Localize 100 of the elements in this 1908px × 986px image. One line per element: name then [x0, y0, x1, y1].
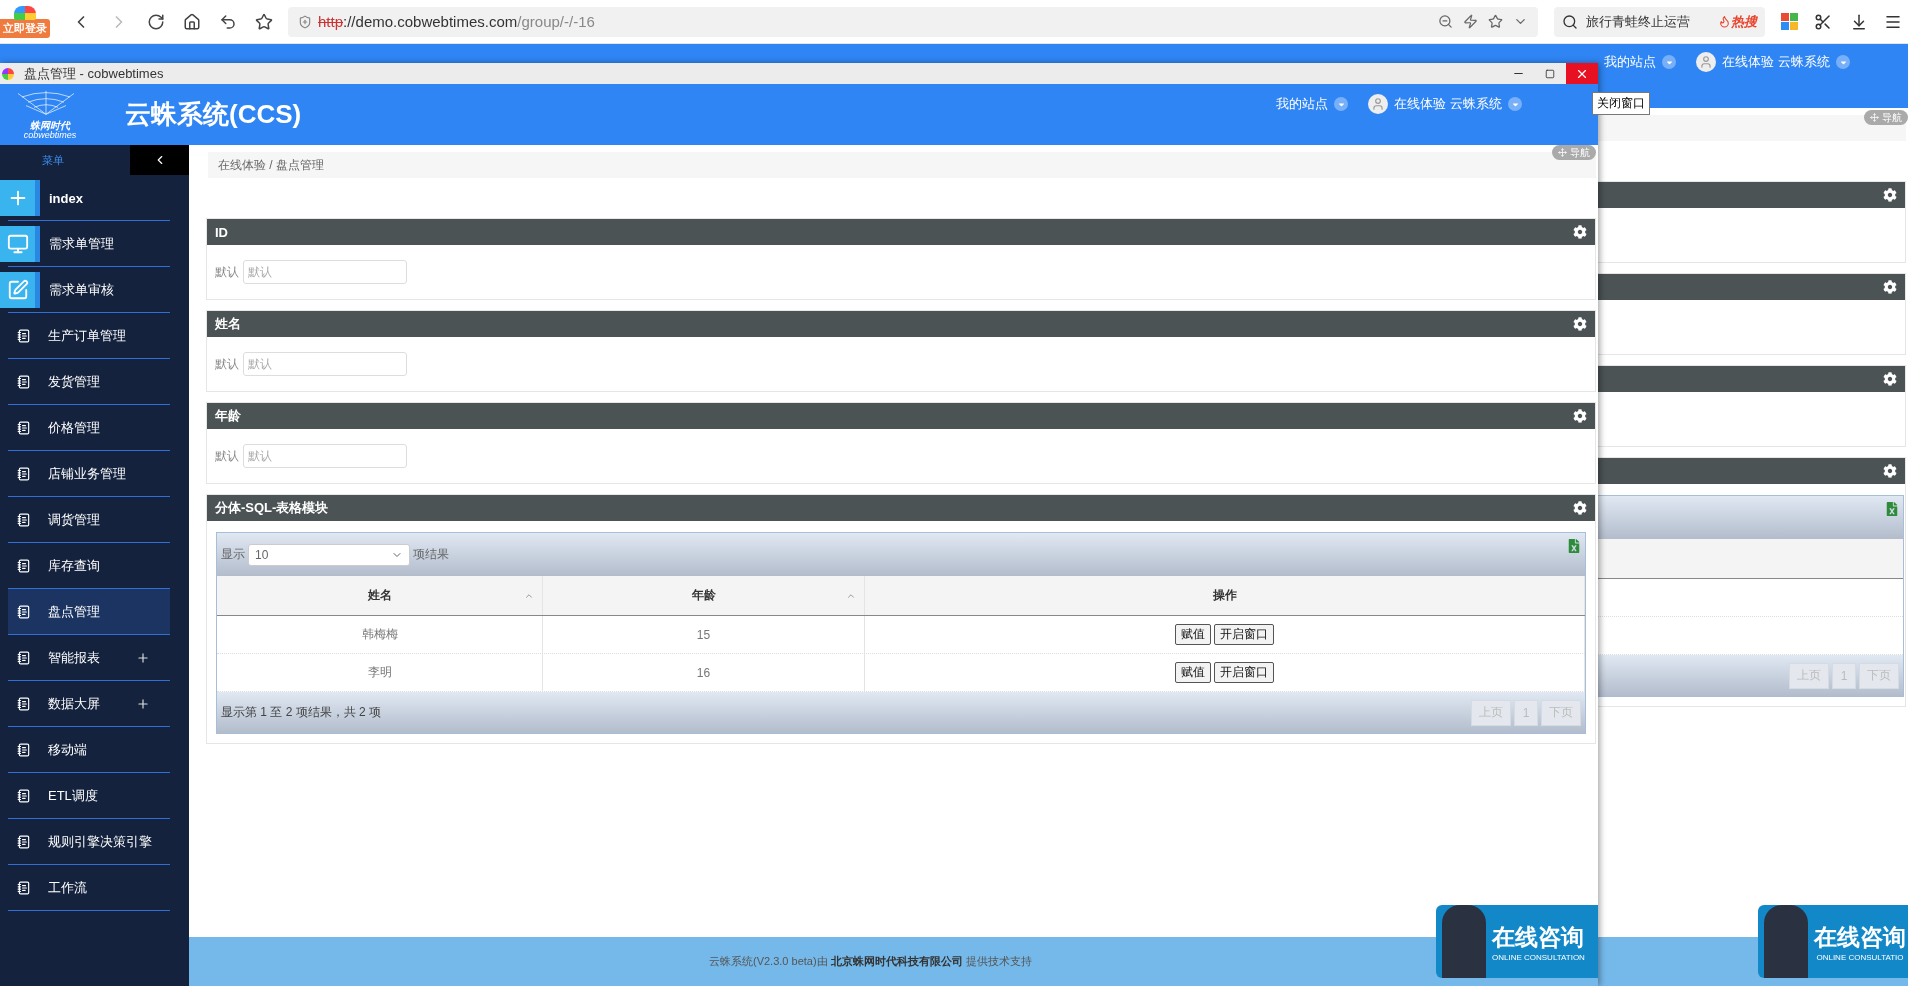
caret-icon [1662, 55, 1677, 69]
table-cell: 16 [543, 654, 865, 691]
sidebar-item[interactable]: 店铺业务管理 [0, 451, 170, 497]
menu-label: 菜单 [42, 152, 65, 168]
length-label: 显示 [221, 546, 245, 563]
notebook-icon [17, 559, 31, 573]
star-icon[interactable] [1488, 14, 1503, 29]
input-field[interactable]: 默认 [243, 260, 407, 284]
consult-subtitle: ONLINE CONSULTATIO [1816, 952, 1904, 962]
sidebar-item[interactable]: 调货管理 [0, 497, 170, 543]
plus-icon [0, 180, 40, 216]
sidebar-item[interactable]: ETL调度 [0, 773, 170, 819]
notebook-icon [17, 605, 31, 619]
tooltip: 关闭窗口 [1592, 92, 1650, 115]
zoom-out-icon[interactable] [1438, 14, 1453, 29]
sidebar-item[interactable]: 发货管理 [0, 359, 170, 405]
search-field[interactable]: 旅行青蛙终止运营 [1582, 6, 1714, 37]
column-header[interactable]: 年龄 [543, 576, 865, 615]
sidebar-item[interactable]: 需求单审核 [0, 267, 170, 313]
settings-icon[interactable] [1573, 409, 1587, 423]
undo-icon[interactable] [219, 12, 237, 31]
action-button[interactable]: 开启窗口 [1214, 624, 1274, 645]
panel-title: 分体-SQL-表格模块 [215, 499, 330, 517]
apps-icon[interactable] [1781, 13, 1798, 30]
notebook-icon [17, 467, 31, 481]
scissors-icon[interactable] [1814, 12, 1832, 31]
table-cell: 15 [543, 616, 865, 653]
sidebar-item[interactable]: 智能报表 [0, 635, 170, 681]
lightning-icon[interactable] [1463, 14, 1478, 29]
consult-banner[interactable]: 在线咨询 ONLINE CONSULTATIO [1758, 905, 1908, 978]
input-field[interactable]: 默认 [243, 352, 407, 376]
notebook-icon [17, 881, 31, 895]
search-icon[interactable] [1554, 6, 1582, 37]
length-label: 项结果 [413, 546, 449, 563]
notebook-icon [17, 697, 31, 711]
notebook-icon [17, 513, 31, 527]
page-size-select[interactable]: 10 [248, 543, 410, 566]
edit-icon [0, 272, 40, 308]
download-icon[interactable] [1850, 12, 1868, 31]
sidebar-item[interactable]: 需求单管理 [0, 221, 170, 267]
field-label: 默认 [215, 355, 239, 373]
close-button[interactable] [1566, 63, 1598, 84]
notebook-icon [17, 651, 31, 665]
site-menu[interactable]: 我的站点 [1276, 95, 1349, 113]
action-button[interactable]: 赋值 [1175, 662, 1211, 683]
caret-icon [1334, 97, 1349, 111]
star-icon[interactable] [255, 12, 273, 31]
excel-icon[interactable] [1885, 502, 1899, 516]
sidebar-item[interactable]: 规则引擎决策引擎 [0, 819, 170, 865]
consult-subtitle: ONLINE CONSULTATION [1492, 952, 1585, 962]
excel-icon[interactable] [1567, 539, 1581, 553]
consult-banner[interactable]: 在线咨询 ONLINE CONSULTATION [1436, 905, 1598, 978]
reload-icon[interactable] [147, 12, 165, 31]
settings-icon[interactable] [1573, 501, 1587, 515]
sidebar-item[interactable]: 库存查询 [0, 543, 170, 589]
user-menu[interactable]: 在线体验 云蛛系统 [1368, 94, 1522, 114]
table-info: 显示第 1 至 2 项结果，共 2 项 [221, 705, 382, 719]
notebook-icon [17, 743, 31, 757]
logo-name: 蛛网时代 [30, 120, 70, 131]
monitor-icon [0, 226, 40, 262]
field-label: 默认 [215, 447, 239, 465]
action-button[interactable]: 赋值 [1175, 624, 1211, 645]
app-icon [2, 67, 14, 80]
settings-icon[interactable] [1883, 464, 1897, 478]
user-name: 在线体验 云蛛系统 [1722, 53, 1830, 71]
user-menu[interactable]: 在线体验 云蛛系统 [1696, 52, 1850, 72]
settings-icon[interactable] [1573, 317, 1587, 331]
settings-icon[interactable] [1883, 188, 1897, 202]
field-label: 默认 [215, 263, 239, 281]
sidebar-item[interactable]: index [0, 175, 170, 221]
action-button[interactable]: 开启窗口 [1214, 662, 1274, 683]
notebook-icon [17, 329, 31, 343]
maximize-icon [1545, 68, 1555, 79]
table-cell: 韩梅梅 [217, 616, 543, 653]
site-menu[interactable]: 我的站点 [1604, 53, 1677, 71]
sidebar-item[interactable]: 工作流 [0, 865, 170, 911]
footer-text: 云蛛系统(V2.3.0 beta)由 北京蛛网时代科技有限公司 提供技术支持 [709, 954, 1032, 969]
caret-icon [1508, 97, 1522, 111]
window-title: 盘点管理 - cobwebtimes [24, 64, 165, 83]
avatar-icon [1368, 94, 1389, 114]
panel-title: 姓名 [215, 315, 242, 333]
spider-web-icon [16, 89, 76, 116]
settings-icon[interactable] [1883, 372, 1897, 386]
sidebar-item[interactable]: 价格管理 [0, 405, 170, 451]
caret-icon [1836, 55, 1850, 69]
address-field[interactable]: http://demo.cobwebtimes.com/group/-/-16 [288, 6, 1538, 37]
consult-title: 在线咨询 [1492, 922, 1585, 952]
hot-search-label[interactable]: 热搜 [1714, 6, 1765, 37]
move-icon [1870, 113, 1879, 122]
input-field[interactable]: 默认 [243, 444, 407, 468]
column-header[interactable]: 姓名 [217, 576, 543, 615]
site-menu-label: 我的站点 [1604, 53, 1657, 71]
panel-title: 年龄 [215, 407, 242, 425]
site-menu-label: 我的站点 [1276, 95, 1329, 113]
sidebar-item[interactable]: 数据大屏 [0, 681, 170, 727]
sidebar-item[interactable]: 移动端 [0, 727, 170, 773]
settings-icon[interactable] [1573, 225, 1587, 239]
sidebar-item[interactable]: 生产订单管理 [0, 313, 170, 359]
home-icon[interactable] [183, 12, 201, 31]
settings-icon[interactable] [1883, 280, 1897, 294]
